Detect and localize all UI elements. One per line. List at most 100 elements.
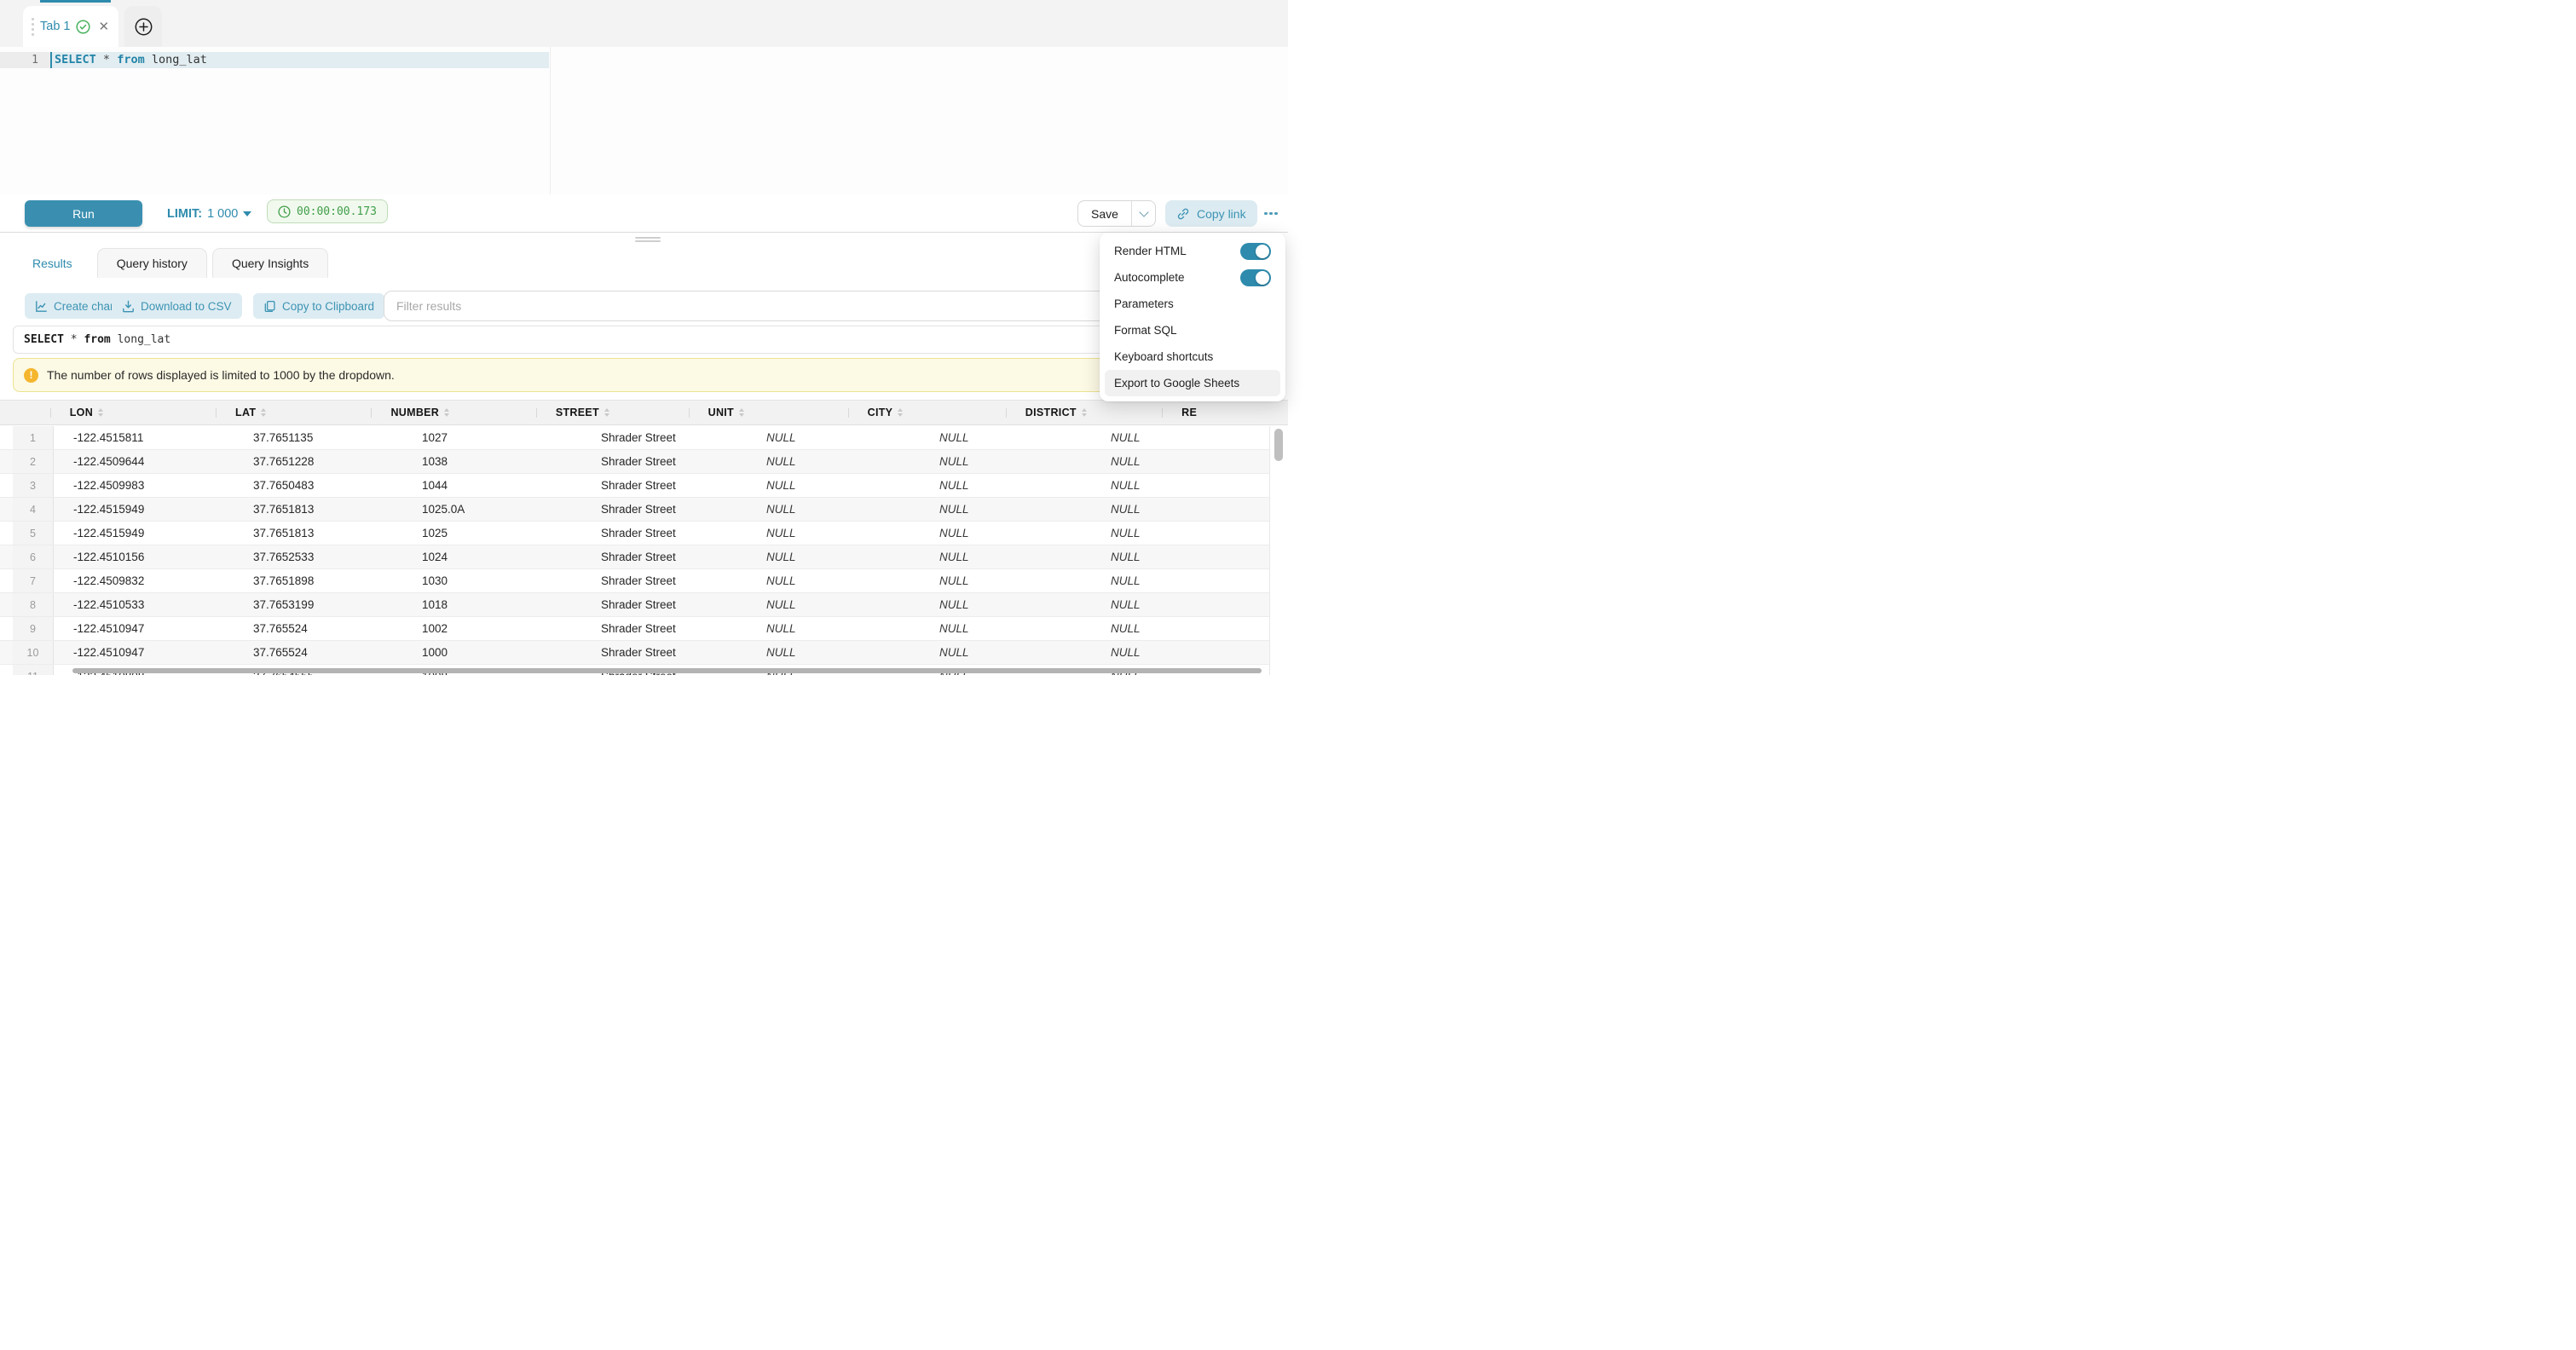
- cell-street[interactable]: Shrader Street: [581, 426, 747, 449]
- cell-lon[interactable]: -122.4515949: [54, 498, 234, 521]
- cell-district[interactable]: NULL: [1091, 474, 1261, 497]
- row-number[interactable]: 2: [13, 450, 54, 473]
- save-split-button[interactable]: Save: [1077, 200, 1156, 227]
- cell-street[interactable]: Shrader Street: [581, 617, 747, 640]
- cell-lon[interactable]: -122.4510947: [54, 641, 234, 664]
- sort-icon[interactable]: [98, 408, 103, 417]
- cell-district[interactable]: NULL: [1091, 522, 1261, 545]
- cell-lon[interactable]: -122.4510947: [54, 617, 234, 640]
- cell-lat[interactable]: 37.7651228: [234, 450, 402, 473]
- save-options-button[interactable]: [1131, 201, 1155, 226]
- toggle-on[interactable]: [1240, 269, 1271, 286]
- cell-unit[interactable]: NULL: [747, 522, 920, 545]
- cell-street[interactable]: Shrader Street: [581, 522, 747, 545]
- cell-city[interactable]: NULL: [920, 522, 1091, 545]
- horizontal-scrollbar-thumb[interactable]: [72, 668, 1262, 673]
- row-number[interactable]: 1: [13, 426, 54, 449]
- row-number[interactable]: 4: [13, 498, 54, 521]
- cell-district[interactable]: NULL: [1091, 545, 1261, 568]
- column-header-unit[interactable]: UNIT: [689, 401, 848, 424]
- cell-city[interactable]: NULL: [920, 641, 1091, 664]
- menu-item-render-html[interactable]: Render HTML: [1105, 238, 1280, 264]
- row-number[interactable]: 3: [13, 474, 54, 497]
- cell-number[interactable]: 1018: [402, 593, 581, 616]
- cell-lon[interactable]: -122.4509644: [54, 450, 234, 473]
- sort-icon[interactable]: [261, 408, 266, 417]
- limit-dropdown[interactable]: LIMIT: 1 000: [167, 200, 251, 227]
- column-header-district[interactable]: DISTRICT: [1006, 401, 1162, 424]
- column-header-re[interactable]: RE: [1162, 401, 1288, 424]
- cell-lat[interactable]: 37.7651813: [234, 498, 402, 521]
- cell-street[interactable]: Shrader Street: [581, 569, 747, 592]
- cell-street[interactable]: Shrader Street: [581, 450, 747, 473]
- cell-lon[interactable]: -122.4515949: [54, 522, 234, 545]
- cell-district[interactable]: NULL: [1091, 498, 1261, 521]
- save-button[interactable]: Save: [1078, 201, 1131, 226]
- row-number[interactable]: 10: [13, 641, 54, 664]
- row-number[interactable]: 7: [13, 569, 54, 592]
- cell-lat[interactable]: 37.7653199: [234, 593, 402, 616]
- cell-city[interactable]: NULL: [920, 617, 1091, 640]
- cell-street[interactable]: Shrader Street: [581, 474, 747, 497]
- column-header-street[interactable]: STREET: [536, 401, 689, 424]
- code-line[interactable]: SELECT * from long_lat: [55, 52, 207, 68]
- download-csv-button[interactable]: Download to CSV: [112, 293, 242, 319]
- sort-icon[interactable]: [604, 408, 609, 417]
- column-header-lon[interactable]: LON: [50, 401, 216, 424]
- close-tab-icon[interactable]: ✕: [98, 20, 109, 33]
- cell-street[interactable]: Shrader Street: [581, 545, 747, 568]
- column-header-lat[interactable]: LAT: [216, 401, 371, 424]
- cell-city[interactable]: NULL: [920, 498, 1091, 521]
- cell-lat[interactable]: 37.765524: [234, 617, 402, 640]
- cell-lon[interactable]: -122.4509832: [54, 569, 234, 592]
- run-button[interactable]: Run: [25, 200, 142, 227]
- tab-results[interactable]: Results: [13, 248, 92, 278]
- cell-unit[interactable]: NULL: [747, 593, 920, 616]
- cell-city[interactable]: NULL: [920, 593, 1091, 616]
- vertical-scrollbar-thumb[interactable]: [1274, 429, 1283, 461]
- vertical-scrollbar[interactable]: [1269, 426, 1288, 675]
- row-number[interactable]: 11: [13, 665, 54, 675]
- cell-number[interactable]: 1038: [402, 450, 581, 473]
- drag-handle-icon[interactable]: [32, 18, 34, 36]
- cell-unit[interactable]: NULL: [747, 426, 920, 449]
- cell-lat[interactable]: 37.7651898: [234, 569, 402, 592]
- cell-lat[interactable]: 37.7651135: [234, 426, 402, 449]
- tab-query-insights[interactable]: Query Insights: [212, 248, 328, 278]
- row-number[interactable]: 9: [13, 617, 54, 640]
- cell-district[interactable]: NULL: [1091, 641, 1261, 664]
- pane-resize-handle[interactable]: [635, 237, 661, 244]
- sort-icon[interactable]: [444, 408, 449, 417]
- copy-link-button[interactable]: Copy link: [1165, 200, 1257, 227]
- row-number[interactable]: 5: [13, 522, 54, 545]
- column-header-number[interactable]: NUMBER: [371, 401, 535, 424]
- menu-item-format-sql[interactable]: Format SQL: [1105, 317, 1280, 343]
- menu-item-keyboard-shortcuts[interactable]: Keyboard shortcuts: [1105, 343, 1280, 370]
- cell-city[interactable]: NULL: [920, 426, 1091, 449]
- cell-city[interactable]: NULL: [920, 545, 1091, 568]
- cell-district[interactable]: NULL: [1091, 593, 1261, 616]
- row-number[interactable]: 6: [13, 545, 54, 568]
- cell-district[interactable]: NULL: [1091, 617, 1261, 640]
- cell-city[interactable]: NULL: [920, 569, 1091, 592]
- sort-icon[interactable]: [898, 408, 903, 417]
- sql-code-editor[interactable]: 1 SELECT * from long_lat: [0, 47, 1288, 194]
- cell-number[interactable]: 1000: [402, 641, 581, 664]
- sort-icon[interactable]: [1082, 408, 1087, 417]
- cell-unit[interactable]: NULL: [747, 569, 920, 592]
- cell-lat[interactable]: 37.7650483: [234, 474, 402, 497]
- cell-lon[interactable]: -122.4510533: [54, 593, 234, 616]
- cell-city[interactable]: NULL: [920, 450, 1091, 473]
- cell-district[interactable]: NULL: [1091, 426, 1261, 449]
- cell-unit[interactable]: NULL: [747, 474, 920, 497]
- tab-query-history[interactable]: Query history: [97, 248, 207, 278]
- cell-number[interactable]: 1025.0A: [402, 498, 581, 521]
- cell-lon[interactable]: -122.4509983: [54, 474, 234, 497]
- cell-number[interactable]: 1025: [402, 522, 581, 545]
- more-options-button[interactable]: [1259, 200, 1283, 227]
- cell-lat[interactable]: 37.7652533: [234, 545, 402, 568]
- tab-1[interactable]: Tab 1 ✕: [23, 6, 118, 47]
- cell-number[interactable]: 1027: [402, 426, 581, 449]
- menu-item-autocomplete[interactable]: Autocomplete: [1105, 264, 1280, 291]
- cell-number[interactable]: 1030: [402, 569, 581, 592]
